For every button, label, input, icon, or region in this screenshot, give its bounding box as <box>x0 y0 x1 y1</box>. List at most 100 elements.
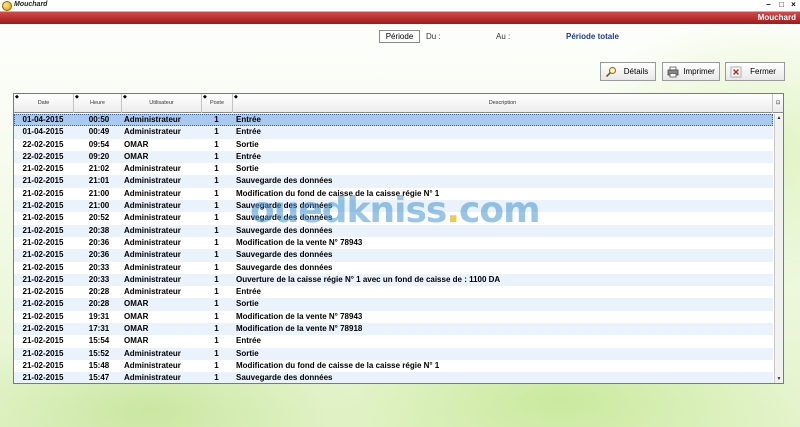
cell-description: Ouverture de la caisse régie N° 1 avec u… <box>236 274 501 284</box>
cell-utilisateur: Administrateur <box>124 225 181 235</box>
cell-description: Entrée <box>236 151 261 161</box>
cell-poste: 1 <box>214 176 219 186</box>
cell-utilisateur: OMAR <box>124 299 149 309</box>
cell-heure: 15:54 <box>88 336 110 346</box>
cell-utilisateur: OMAR <box>124 139 149 149</box>
table-row[interactable]: 21-02-2015 20:28 Administrateur 1 Entrée <box>14 286 773 299</box>
cell-heure: 15:52 <box>88 348 110 358</box>
cell-heure: 21:00 <box>88 188 110 198</box>
table-row[interactable]: 21-02-2015 21:00 Administrateur 1 Modificati… <box>14 187 773 201</box>
table-row[interactable]: 21-02-2015 20:33 Administrateur 1 Sauvegarde… <box>14 261 773 274</box>
cell-description: Sauvegarde des données <box>236 250 333 260</box>
details-button[interactable]: Détails <box>600 62 656 81</box>
cell-utilisateur: Administrateur <box>124 213 181 223</box>
column-header-date[interactable]: ◆ Date <box>14 94 74 113</box>
table-row[interactable]: 21-02-2015 20:28 OMAR 1 Sortie <box>14 298 773 311</box>
cell-heure: 20:36 <box>88 237 110 247</box>
cell-utilisateur: Administrateur <box>124 250 181 260</box>
cell-poste: 1 <box>214 274 219 284</box>
cell-description: Entrée <box>236 127 261 137</box>
table-row[interactable]: 21-02-2015 20:38 Administrateur 1 Sauvegarde… <box>14 224 773 237</box>
table-row[interactable]: 21-02-2015 21:02 Administrateur 1 Sortie <box>14 163 773 176</box>
cell-date: 21-02-2015 <box>22 274 64 284</box>
cell-date: 21-02-2015 <box>22 287 64 297</box>
cell-date: 22-02-2015 <box>22 151 64 161</box>
cell-utilisateur: Administrateur <box>124 360 181 370</box>
table-row[interactable]: 22-02-2015 09:20 OMAR 1 Entrée <box>14 150 773 164</box>
period-button[interactable]: Période <box>379 30 420 43</box>
minimize-button[interactable]: – <box>763 0 774 10</box>
cell-heure: 09:54 <box>88 139 110 149</box>
table-row[interactable]: 21-02-2015 20:33 Administrateur 1 Ouverture … <box>14 273 773 287</box>
cell-poste: 1 <box>214 299 219 309</box>
cell-heure: 00:50 <box>88 115 110 124</box>
table-row[interactable]: 21-02-2015 15:48 Administrateur 1 Modificati… <box>14 359 773 373</box>
cell-heure: 09:20 <box>88 151 110 161</box>
table-row[interactable]: 21-02-2015 20:52 Administrateur 1 Sauvegarde… <box>14 212 773 225</box>
cell-utilisateur: Administrateur <box>124 237 181 247</box>
cell-utilisateur: OMAR <box>124 311 149 321</box>
details-label: Détails <box>623 67 649 76</box>
cell-heure: 15:48 <box>88 360 110 370</box>
close-button[interactable]: Fermer <box>725 62 785 81</box>
period-from-label: Du : <box>426 32 441 41</box>
table-row[interactable]: 21-02-2015 15:52 Administrateur 1 Sortie <box>14 347 773 360</box>
cell-utilisateur: Administrateur <box>124 201 181 211</box>
column-header-description[interactable]: ◆ Description <box>233 94 773 113</box>
maximize-button[interactable]: □ <box>776 0 787 10</box>
cell-description: Entrée <box>236 287 261 297</box>
magnifier-icon <box>605 66 617 78</box>
table-row[interactable]: 01-04-2015 00:50 Administrateur 1 Entrée <box>14 114 773 127</box>
table-body: 01-04-2015 00:50 Administrateur 1 Entrée 01-0… <box>14 114 773 383</box>
cell-description: Sauvegarde des données <box>236 373 333 383</box>
close-label: Fermer <box>750 67 776 76</box>
cell-heure: 17:31 <box>88 324 110 334</box>
table-row[interactable]: 21-02-2015 21:01 Administrateur 1 Sauvegarde… <box>14 175 773 188</box>
cell-date: 21-02-2015 <box>22 237 64 247</box>
cell-utilisateur: Administrateur <box>124 348 181 358</box>
column-chooser-icon[interactable]: ⊡ <box>773 94 783 113</box>
scroll-up-icon[interactable]: ▲ <box>775 114 783 122</box>
printer-icon <box>667 66 679 78</box>
cell-poste: 1 <box>214 237 219 247</box>
column-header-utilisateur[interactable]: ◆ Utilisateur <box>122 94 202 113</box>
cell-utilisateur: OMAR <box>124 336 149 346</box>
cell-date: 21-02-2015 <box>22 250 64 260</box>
table-row[interactable]: 22-02-2015 09:54 OMAR 1 Sortie <box>14 138 773 151</box>
cell-date: 01-04-2015 <box>22 127 64 137</box>
cell-description: Sauvegarde des données <box>236 213 333 223</box>
column-header-poste[interactable]: ◆ Poste <box>202 94 233 113</box>
table-row[interactable]: 21-02-2015 15:47 Administrateur 1 Sauvegarde… <box>14 372 773 383</box>
print-button[interactable]: Imprimer <box>662 62 720 81</box>
cell-poste: 1 <box>214 348 219 358</box>
table-row[interactable]: 21-02-2015 20:36 Administrateur 1 Modificati… <box>14 236 773 250</box>
log-table[interactable]: ◆ Date ◆ Heure ◆ Utilisateur ◆ Poste ◆ Descri… <box>13 93 784 384</box>
cell-heure: 21:02 <box>88 164 110 174</box>
cell-utilisateur: Administrateur <box>124 164 181 174</box>
close-icon <box>730 66 742 78</box>
table-row[interactable]: 21-02-2015 21:00 Administrateur 1 Sauvegarde… <box>14 200 773 213</box>
vertical-scrollbar[interactable]: ▲ ▼ <box>774 114 783 383</box>
cell-description: Sauvegarde des données <box>236 201 333 211</box>
cell-poste: 1 <box>214 151 219 161</box>
table-row[interactable]: 21-02-2015 15:54 OMAR 1 Entrée <box>14 335 773 348</box>
cell-poste: 1 <box>214 311 219 321</box>
app-icon <box>2 1 12 11</box>
cell-poste: 1 <box>214 164 219 174</box>
table-row[interactable]: 21-02-2015 17:31 OMAR 1 Modification de la v… <box>14 323 773 336</box>
scroll-down-icon[interactable]: ▼ <box>775 375 783 383</box>
table-row[interactable]: 21-02-2015 20:36 Administrateur 1 Sauvegarde… <box>14 249 773 262</box>
period-to-label: Au : <box>496 32 511 41</box>
column-header-heure[interactable]: ◆ Heure <box>74 94 122 113</box>
table-row[interactable]: 21-02-2015 19:31 OMAR 1 Modification de la v… <box>14 310 773 324</box>
cell-poste: 1 <box>214 188 219 198</box>
cell-utilisateur: Administrateur <box>124 274 181 284</box>
cell-description: Sauvegarde des données <box>236 262 333 272</box>
cell-description: Modification de la vente N° 78918 <box>236 324 363 334</box>
cell-heure: 00:49 <box>88 127 110 137</box>
cell-poste: 1 <box>214 287 219 297</box>
cell-utilisateur: Administrateur <box>124 287 181 297</box>
close-window-button[interactable]: × <box>788 0 799 10</box>
table-row[interactable]: 01-04-2015 00:49 Administrateur 1 Entrée <box>14 126 773 139</box>
cell-heure: 20:33 <box>88 274 110 284</box>
